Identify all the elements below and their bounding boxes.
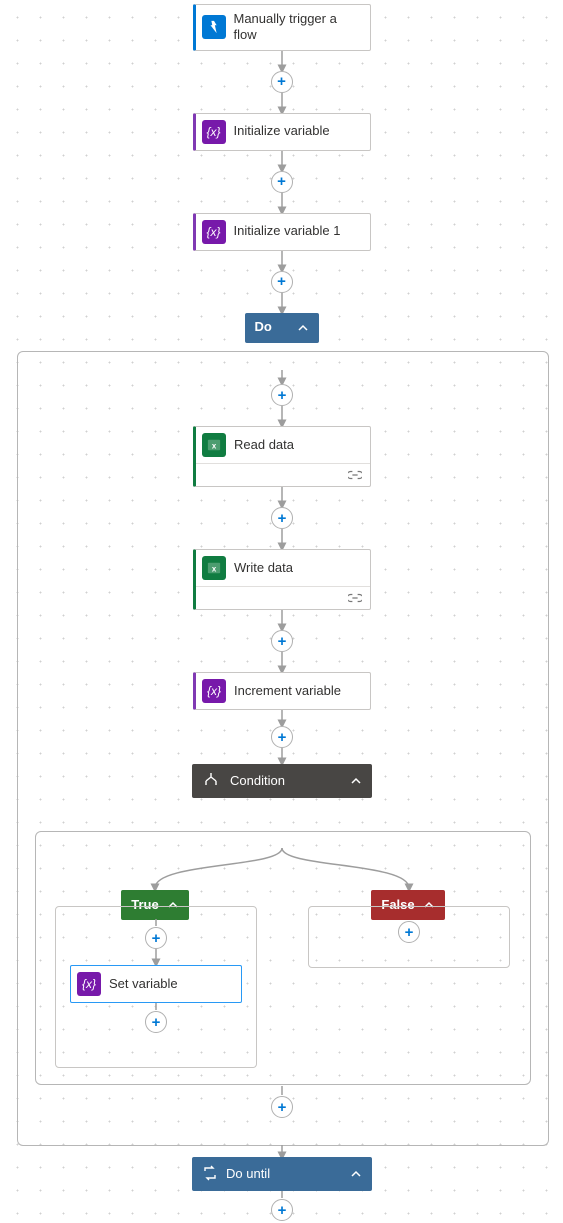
add-step-button[interactable]: + <box>271 271 293 293</box>
link-icon <box>348 591 362 606</box>
add-step-button[interactable]: + <box>271 71 293 93</box>
svg-text:x: x <box>212 565 217 574</box>
add-step-button[interactable]: + <box>271 630 293 652</box>
read-data-label: Read data <box>234 437 364 453</box>
initialize-variable-1-label: Initialize variable 1 <box>234 223 364 239</box>
true-branch-container: + {x} Set variable + <box>55 906 257 1068</box>
variable-icon: {x} <box>202 679 226 703</box>
add-step-button[interactable]: + <box>271 384 293 406</box>
set-variable-label: Set variable <box>109 976 235 992</box>
set-variable-card[interactable]: {x} Set variable <box>70 965 242 1003</box>
connector-arrow <box>277 1191 287 1199</box>
connector-arrow <box>277 1145 287 1157</box>
add-step-button[interactable]: + <box>145 1011 167 1033</box>
increment-variable-label: Increment variable <box>234 683 364 699</box>
chevron-up-icon <box>350 775 362 787</box>
condition-label: Condition <box>230 773 342 789</box>
connector-arrow <box>277 370 287 384</box>
connector-arrow <box>277 151 287 171</box>
link-icon <box>348 468 362 483</box>
increment-variable-card[interactable]: {x} Increment variable <box>193 672 371 710</box>
branch-connector <box>35 848 529 894</box>
connector-arrow <box>277 293 287 313</box>
connector-arrow <box>277 406 287 426</box>
connector-arrow <box>151 1003 161 1011</box>
variable-icon: {x} <box>202 220 226 244</box>
connector-arrow <box>277 529 287 549</box>
variable-icon: {x} <box>77 972 101 996</box>
do-label: Do <box>255 319 289 335</box>
connector-arrow <box>277 251 287 271</box>
write-data-label: Write data <box>234 560 364 576</box>
condition-icon <box>202 771 222 791</box>
false-branch-container: + <box>308 906 510 968</box>
initialize-variable-1-card[interactable]: {x} Initialize variable 1 <box>193 213 371 251</box>
add-step-button[interactable]: + <box>271 1199 293 1221</box>
connector-arrow <box>277 93 287 113</box>
excel-icon: x <box>202 433 226 457</box>
add-step-button[interactable]: + <box>271 507 293 529</box>
connector-arrow <box>151 949 161 965</box>
read-data-card[interactable]: x Read data <box>193 426 371 487</box>
initialize-variable-label: Initialize variable <box>234 123 364 139</box>
manual-trigger-icon <box>202 15 226 39</box>
connector-arrow <box>277 652 287 672</box>
trigger-card[interactable]: Manually trigger a flow <box>193 4 371 51</box>
initialize-variable-card[interactable]: {x} Initialize variable <box>193 113 371 151</box>
add-step-button[interactable]: + <box>145 927 167 949</box>
add-step-button[interactable]: + <box>271 1096 293 1118</box>
variable-icon: {x} <box>202 120 226 144</box>
connector-arrow <box>277 748 287 764</box>
add-step-button[interactable]: + <box>271 171 293 193</box>
connector-arrow <box>277 1086 287 1096</box>
connector-arrow <box>151 919 161 927</box>
do-scope-header[interactable]: Do <box>245 313 319 343</box>
chevron-up-icon <box>350 1168 362 1180</box>
connector-arrow <box>277 710 287 726</box>
condition-header[interactable]: Condition <box>192 764 372 798</box>
trigger-label: Manually trigger a flow <box>234 11 364 44</box>
loop-icon <box>202 1165 218 1184</box>
svg-text:x: x <box>212 442 217 451</box>
excel-icon: x <box>202 556 226 580</box>
do-until-label: Do until <box>226 1166 342 1182</box>
add-step-button[interactable]: + <box>398 921 420 943</box>
connector-arrow <box>277 610 287 630</box>
do-until-header[interactable]: Do until <box>192 1157 372 1191</box>
chevron-up-icon <box>297 322 309 334</box>
connector-arrow <box>277 487 287 507</box>
add-step-button[interactable]: + <box>271 726 293 748</box>
connector-arrow <box>277 51 287 71</box>
connector-arrow <box>277 193 287 213</box>
write-data-card[interactable]: x Write data <box>193 549 371 610</box>
